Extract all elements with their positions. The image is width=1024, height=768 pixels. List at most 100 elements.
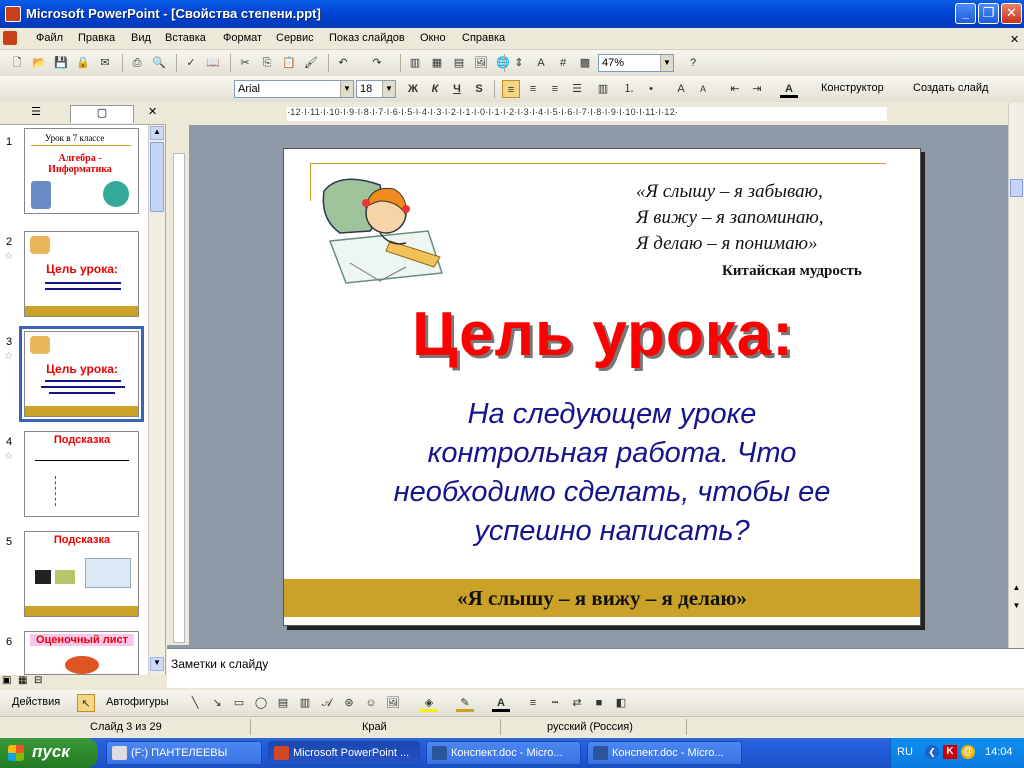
language-indicator[interactable]: RU <box>897 746 913 758</box>
menu-edit[interactable]: Правка <box>78 32 115 44</box>
formatting-icon[interactable]: A <box>532 54 550 72</box>
justify-icon[interactable]: ☰ <box>568 80 586 98</box>
sorter-view-icon[interactable]: ▦ <box>18 675 27 686</box>
print-preview-icon[interactable]: 🔍 <box>150 54 168 72</box>
menu-format[interactable]: Формат <box>223 32 262 44</box>
slideshow-view-icon[interactable]: ⊟ <box>34 675 42 686</box>
oval-icon[interactable]: ◯ <box>252 694 270 712</box>
outline-tab[interactable]: ☰ <box>4 105 68 123</box>
notes-pane[interactable]: Заметки к слайду <box>167 648 1024 688</box>
arrow-style-icon[interactable]: ⇄ <box>568 694 586 712</box>
tables-borders-icon[interactable]: ▤ <box>450 54 468 72</box>
slide-thumbnail-1[interactable]: Урок в 7 классе Алгебра - Информатика <box>24 128 139 214</box>
align-center-icon[interactable]: ≡ <box>524 80 542 98</box>
bold-button[interactable]: Ж <box>404 80 422 98</box>
arrow-left-icon[interactable]: ❮ <box>925 745 939 759</box>
powerpoint-app-icon[interactable] <box>5 6 21 22</box>
slide-heading[interactable]: Цель урока: <box>284 299 922 370</box>
undo-icon[interactable]: ↶ <box>334 54 352 72</box>
rectangle-icon[interactable]: ▭ <box>230 694 248 712</box>
autoshapes-menu[interactable]: Автофигуры <box>106 696 169 708</box>
numbering-icon[interactable]: ⒈ <box>620 80 638 98</box>
dash-style-icon[interactable]: ┅ <box>546 694 564 712</box>
spelling-icon[interactable]: ✓ <box>182 54 200 72</box>
menu-insert[interactable]: Вставка <box>165 32 206 44</box>
open-icon[interactable]: 📂 <box>30 54 48 72</box>
line-style-icon[interactable]: ≡ <box>524 694 542 712</box>
menu-file[interactable]: Файл <box>36 32 63 44</box>
shadow-button[interactable]: S <box>470 80 488 98</box>
insert-chart-icon[interactable]: ▥ <box>406 54 424 72</box>
arrow-icon[interactable]: ↘ <box>208 694 226 712</box>
decrease-font-icon[interactable]: A <box>694 80 712 98</box>
research-icon[interactable]: 📖 <box>204 54 222 72</box>
help-icon[interactable]: ? <box>684 54 702 72</box>
scroll-thumb[interactable] <box>1010 179 1023 197</box>
copy-icon[interactable]: ⎘ <box>258 54 276 72</box>
underline-button[interactable]: Ч <box>448 80 466 98</box>
next-slide-icon[interactable]: ▼ <box>1010 601 1023 615</box>
insert-picture-icon[interactable]: 🖼 <box>472 54 490 72</box>
mail-agent-icon[interactable]: @ <box>961 745 975 759</box>
align-left-icon[interactable]: ≡ <box>502 80 520 98</box>
shadow-style-icon[interactable]: ■ <box>590 694 608 712</box>
menu-view[interactable]: Вид <box>131 32 151 44</box>
close-doc-icon[interactable]: ✕ <box>1010 33 1019 46</box>
cut-icon[interactable]: ✂ <box>236 54 254 72</box>
document-icon[interactable] <box>3 31 17 45</box>
redo-icon[interactable]: ↷ <box>368 54 386 72</box>
menu-window[interactable]: Окно <box>420 32 446 44</box>
start-button[interactable]: пуск <box>0 738 98 768</box>
grid-icon[interactable]: # <box>554 54 572 72</box>
picture-icon[interactable]: 🖼 <box>384 694 402 712</box>
normal-view-icon[interactable]: ▣ <box>2 675 11 686</box>
columns-icon[interactable]: ▥ <box>594 80 612 98</box>
3d-style-icon[interactable]: ◧ <box>612 694 630 712</box>
font-size-combo[interactable]: 18 ▼ <box>356 80 396 98</box>
decrease-indent-icon[interactable]: ⇤ <box>726 80 744 98</box>
slides-tab[interactable]: ▢ <box>70 105 134 123</box>
slide-thumbnail-3-selected[interactable]: Цель урока: <box>19 326 144 422</box>
align-right-icon[interactable]: ≡ <box>546 80 564 98</box>
print-icon[interactable]: ⎙ <box>128 54 146 72</box>
taskbar-item-word-2[interactable]: Конспект.doc - Micro... <box>587 741 742 765</box>
bullets-icon[interactable]: • <box>642 80 660 98</box>
minimize-button[interactable]: _ <box>955 3 976 24</box>
taskbar-item-powerpoint[interactable]: Microsoft PowerPoint ... <box>268 741 420 765</box>
color-grayscale-icon[interactable]: ▩ <box>576 54 594 72</box>
slide-thumbnail-6[interactable]: Оценочный лист <box>24 631 139 675</box>
new-doc-icon[interactable]: 🗋 <box>8 54 26 72</box>
scroll-up-icon[interactable]: ▲ <box>150 126 164 140</box>
insert-table-icon[interactable]: ▦ <box>428 54 446 72</box>
main-scrollbar[interactable]: ▲ ▼ <box>1008 103 1024 648</box>
diagram-icon[interactable]: ⊛ <box>340 694 358 712</box>
italic-button[interactable]: К <box>426 80 444 98</box>
email-icon[interactable]: ✉ <box>96 54 114 72</box>
slide-footer-bar[interactable]: «Я слышу – я вижу – я делаю» <box>284 579 920 617</box>
textbox-icon[interactable]: ▤ <box>274 694 292 712</box>
font-color-icon[interactable]: A <box>492 694 510 712</box>
close-pane-icon[interactable]: ✕ <box>148 105 157 118</box>
slide-body-text[interactable]: На следующем уроке контрольная работа. Ч… <box>324 395 900 551</box>
select-arrow-icon[interactable]: ↖ <box>77 694 95 712</box>
format-painter-icon[interactable]: 🖌 <box>302 54 320 72</box>
slides-scrollbar[interactable]: ▲ ▼ <box>148 125 165 675</box>
taskbar-item-explorer[interactable]: (F:) ПАНТЕЛЕЕВЫ <box>106 741 262 765</box>
increase-font-icon[interactable]: A <box>672 80 690 98</box>
line-color-icon[interactable]: ✎ <box>456 694 474 712</box>
slide-thumbnail-4[interactable]: Подсказка <box>24 431 139 517</box>
save-icon[interactable]: 💾 <box>52 54 70 72</box>
previous-slide-icon[interactable]: ▲ <box>1010 583 1023 597</box>
font-combo[interactable]: Arial ▼ <box>234 80 354 98</box>
slide-thumbnail-2[interactable]: Цель урока: <box>24 231 139 317</box>
paste-icon[interactable]: 📋 <box>280 54 298 72</box>
wordart-icon[interactable]: 𝒜 <box>318 694 336 712</box>
permission-icon[interactable]: 🔒 <box>74 54 92 72</box>
zoom-combo[interactable]: 47% ▼ <box>598 54 674 72</box>
clipart-icon[interactable]: ☺ <box>362 694 380 712</box>
taskbar-item-word-1[interactable]: Конспект.doc - Micro... <box>426 741 581 765</box>
menu-tools[interactable]: Сервис <box>276 32 314 44</box>
scroll-down-icon[interactable]: ▼ <box>150 657 164 671</box>
fill-color-icon[interactable]: ◈ <box>420 694 438 712</box>
slide-canvas[interactable]: «Я слышу – я забываю, Я вижу – я запомин… <box>283 148 921 626</box>
